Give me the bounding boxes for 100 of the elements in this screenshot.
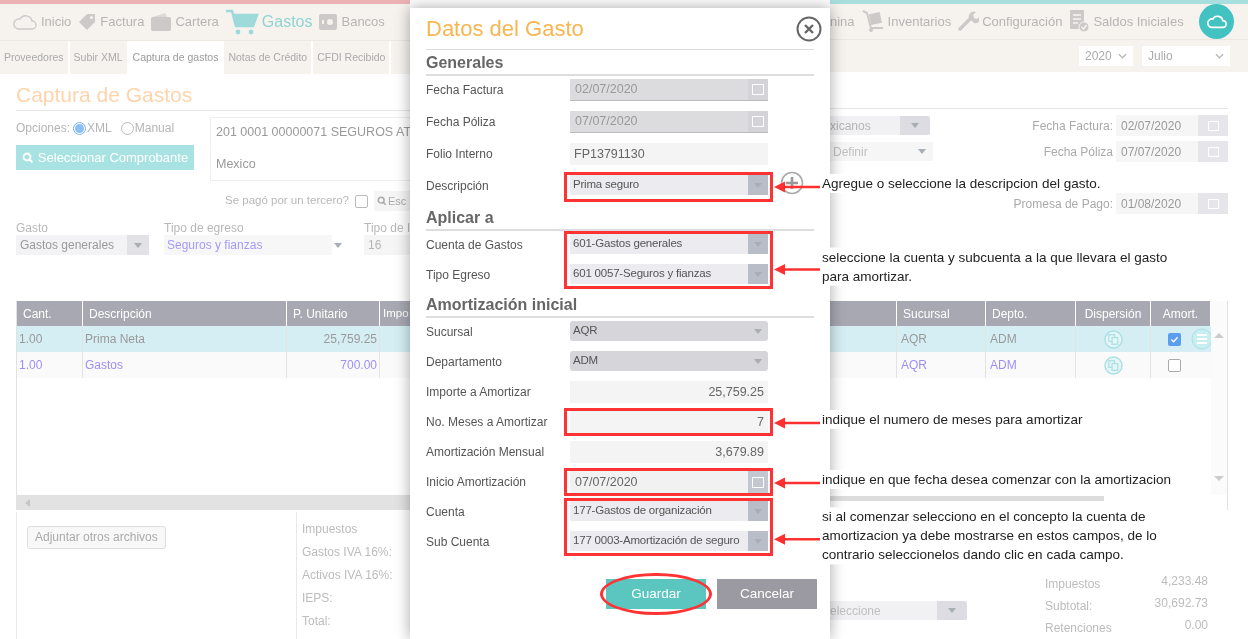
nav-link[interactable]: Cartera xyxy=(150,12,219,32)
radio-label: Manual xyxy=(134,120,175,137)
field-label: Inicio Amortización xyxy=(426,475,527,489)
caret-icon xyxy=(754,328,762,334)
date-field[interactable]: 02/07/2020 xyxy=(1116,115,1228,136)
total-label: Activos IVA 16%: xyxy=(302,567,394,584)
field-label: Folio Interno xyxy=(426,147,493,161)
date-field[interactable]: 07/07/2020 xyxy=(570,471,768,493)
table-row[interactable]: 1.00 Prima Neta 25,759.25 xyxy=(17,326,410,352)
total-label: Gastos IVA 16%: xyxy=(302,544,393,561)
scrollbar-thumb[interactable] xyxy=(830,496,1104,501)
field-label: Departamento xyxy=(426,355,503,369)
cloud-button[interactable] xyxy=(1199,3,1234,39)
table-cell: ADM xyxy=(986,352,1076,378)
field-label: Tipo de egreso xyxy=(164,220,245,235)
table-row[interactable]: AQR ADM xyxy=(830,326,1211,352)
field-label: Fecha Factura: xyxy=(1032,117,1113,135)
table-cell: AQR xyxy=(897,352,986,378)
radio-option[interactable]: Manual xyxy=(120,119,175,137)
nav-link[interactable]: Configuración xyxy=(957,10,1063,33)
chevron-icon xyxy=(1118,52,1127,59)
caret-icon xyxy=(948,608,956,613)
caret-icon xyxy=(918,149,926,154)
total-label: Total: xyxy=(302,613,332,630)
nav-link[interactable]: Factura xyxy=(77,12,145,32)
copy-icon[interactable] xyxy=(1103,355,1123,375)
column-header: Impo xyxy=(382,305,410,321)
dropdown[interactable]: Julio xyxy=(1142,45,1230,66)
number-field[interactable]: 3,679.89 xyxy=(570,441,768,463)
table-cell: 700.00 xyxy=(287,352,380,378)
radio-option[interactable]: XML xyxy=(73,119,112,137)
caret-icon xyxy=(334,242,342,248)
field-label: Sucursal xyxy=(426,325,473,339)
nav-link[interactable]: Inicio xyxy=(12,12,72,32)
cloud-icon xyxy=(12,13,38,31)
tab[interactable]: Captura de gastos xyxy=(128,41,225,74)
nav-link[interactable]: Inventarios xyxy=(860,9,952,34)
select-field[interactable]: 601 0057-Seguros y fianzas xyxy=(570,264,768,284)
copy-icon[interactable] xyxy=(1103,329,1123,349)
select-field[interactable]: Gastos generales xyxy=(16,235,149,255)
nav-link[interactable]: Saldos Iniciales xyxy=(1068,9,1184,34)
text-field[interactable]: 16 xyxy=(364,235,410,255)
attach-files-button[interactable]: Adjuntar otros archivos xyxy=(27,525,166,549)
save-button[interactable]: Guardar xyxy=(606,579,706,609)
total-label: Subtotal: xyxy=(1045,598,1093,615)
table-row[interactable]: 1.00 Gastos 700.00 xyxy=(17,352,410,378)
tab[interactable]: Proveedores xyxy=(0,41,70,74)
field-label: Cuenta de Gastos xyxy=(426,238,523,252)
safe-icon xyxy=(318,12,339,32)
select-field[interactable]: Prima seguro xyxy=(570,175,768,195)
nav-link[interactable]: Gastos xyxy=(224,8,313,36)
field-label: No. Meses a Amortizar xyxy=(426,415,548,429)
select-field[interactable]: 601-Gastos generales xyxy=(570,234,768,254)
calendar-icon xyxy=(748,79,768,100)
total-label: Retenciones xyxy=(1045,620,1112,637)
tab[interactable]: CFDI Recibido xyxy=(313,41,392,74)
number-field[interactable]: 7 xyxy=(570,411,768,433)
total-label: Impuestos xyxy=(302,521,359,538)
tab[interactable]: Notas de Crédito xyxy=(224,41,314,74)
nav-link[interactable]: nina xyxy=(830,11,855,32)
date-field[interactable]: 01/08/2020 xyxy=(1116,193,1228,214)
total-label: IEPS: xyxy=(302,590,334,607)
field-label: Promesa de Pago: xyxy=(1013,195,1113,213)
cancel-button[interactable]: Cancelar xyxy=(717,579,817,609)
check-icon xyxy=(1170,334,1179,344)
annotation-arrow xyxy=(774,180,820,193)
checkbox[interactable] xyxy=(1168,358,1181,372)
text-field[interactable]: FP13791130 xyxy=(570,143,768,165)
dialog-title: Datos del Gasto xyxy=(426,15,584,43)
nav-link[interactable]: Bancos xyxy=(318,12,385,32)
select-voucher-button[interactable]: Seleccionar Comprobante xyxy=(16,145,194,170)
supplier-country: Mexico xyxy=(216,156,257,174)
select-field[interactable]: 177-Gastos de organización xyxy=(570,501,768,521)
calendar-icon xyxy=(1198,141,1228,162)
select-field[interactable]: 177 0003-Amortización de seguro xyxy=(570,531,768,551)
wallet-icon xyxy=(150,12,173,32)
date-field[interactable]: 07/07/2020 xyxy=(1116,141,1228,162)
annotation-arrow xyxy=(774,263,820,276)
horizontal-scrollbar[interactable] xyxy=(17,495,410,510)
search-icon xyxy=(21,151,34,164)
table-cell: Gastos xyxy=(83,352,287,378)
hand-truck-icon xyxy=(860,9,885,34)
number-field[interactable]: 25,759.25 xyxy=(570,381,768,403)
calendar-icon xyxy=(1198,115,1228,136)
page-title: Captura de Gastos xyxy=(16,80,410,111)
dropdown[interactable]: 2020 xyxy=(1079,45,1133,66)
tag-icon xyxy=(77,12,98,32)
calendar-icon xyxy=(1198,193,1228,214)
checkbox[interactable] xyxy=(355,194,368,208)
checkbox[interactable] xyxy=(1168,332,1181,346)
search-field[interactable]: Esc xyxy=(374,191,410,211)
wrench-icon xyxy=(957,10,980,33)
table-row[interactable]: AQR ADM xyxy=(830,352,1211,378)
close-icon[interactable] xyxy=(796,15,822,42)
total-value: 0.00 xyxy=(1184,617,1208,634)
section-heading: Amortización inicial xyxy=(426,294,814,318)
annotation-arrow xyxy=(774,532,820,545)
field-label: Fecha Póliza xyxy=(426,115,496,129)
field-label: Fecha Factura xyxy=(426,83,504,97)
vertical-scrollbar[interactable] xyxy=(1211,301,1228,495)
